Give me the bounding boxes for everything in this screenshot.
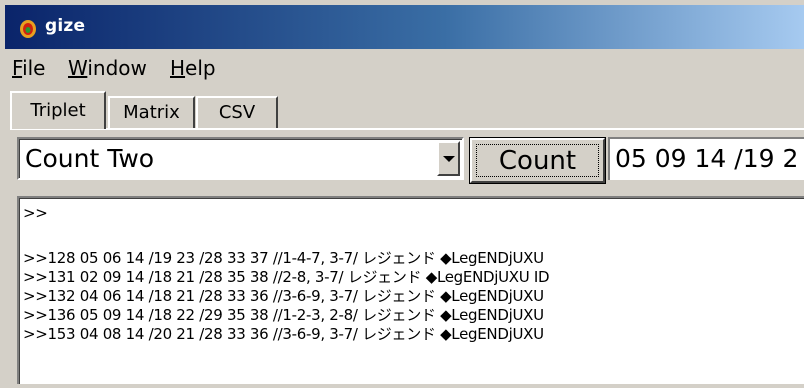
menu-help-accel: H: [170, 56, 186, 80]
tab-strip: Triplet Matrix CSV: [10, 91, 800, 129]
dropdown-button[interactable]: [437, 141, 460, 176]
menu-file-accel: F: [12, 56, 23, 80]
output-line: >>: [23, 204, 48, 222]
menu-file-label: ile: [22, 56, 46, 80]
menu-window-label: indow: [87, 56, 147, 80]
output-line: >>128 05 06 14 /19 23 /28 33 37 //1-4-7,…: [23, 249, 544, 267]
count-mode-select[interactable]: Count Two: [17, 137, 464, 180]
numbers-input[interactable]: 05 09 14 /19 2: [608, 137, 804, 180]
tab-triplet-label: Triplet: [30, 100, 86, 121]
output-line: >>136 05 09 14 /18 22 /29 35 38 //1-2-3,…: [23, 306, 544, 324]
title-bar[interactable]: gize: [5, 5, 804, 49]
count-button[interactable]: Count: [469, 137, 606, 184]
app-flame-icon: [20, 20, 36, 38]
output-line: >>153 04 08 14 /20 21 /28 33 36 //3-6-9,…: [23, 325, 544, 343]
menu-help-label: elp: [185, 56, 216, 80]
tab-matrix-label: Matrix: [123, 102, 180, 123]
tab-triplet[interactable]: Triplet: [10, 91, 106, 129]
tab-matrix[interactable]: Matrix: [108, 96, 195, 129]
menu-bar: File Window Help: [5, 51, 804, 87]
output-text-area[interactable]: >> >>128 05 06 14 /19 23 /28 33 37 //1-4…: [17, 196, 804, 388]
tab-panel-border: [10, 128, 804, 130]
chevron-down-icon: [443, 156, 455, 162]
tab-csv-label: CSV: [218, 102, 256, 123]
numbers-input-value: 05 09 14 /19 2: [615, 144, 799, 173]
bottom-edge: [0, 384, 804, 388]
menu-file[interactable]: File: [12, 56, 45, 80]
output-line: >>131 02 09 14 /18 21 /28 35 38 //2-8, 3…: [23, 268, 550, 286]
count-mode-value: Count Two: [25, 144, 155, 173]
tab-csv[interactable]: CSV: [196, 96, 278, 129]
output-line: >>132 04 06 14 /18 21 /28 33 36 //3-6-9,…: [23, 287, 544, 305]
menu-window-accel: W: [68, 56, 88, 80]
count-button-label: Count: [498, 146, 577, 176]
window-title: gize: [45, 16, 86, 36]
menu-window[interactable]: Window: [68, 56, 147, 80]
app-window: gize File Window Help Triplet Matrix CSV…: [0, 0, 804, 388]
menu-help[interactable]: Help: [170, 56, 216, 80]
